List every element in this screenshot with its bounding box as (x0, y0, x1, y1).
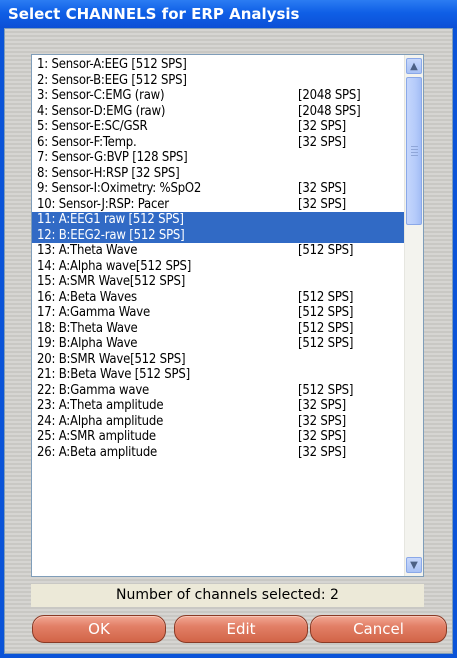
vertical-scrollbar[interactable]: ▲ ▼ (404, 55, 423, 576)
scroll-thumb[interactable] (406, 77, 422, 225)
channel-rate: [512 SPS] (298, 382, 354, 398)
channel-list-item[interactable]: 7: Sensor-G:BVP [128 SPS] (32, 150, 406, 166)
channel-list-item[interactable]: 3: Sensor-C:EMG (raw) [2048 SPS] (32, 88, 406, 104)
channel-name: 13: A:Theta Wave (37, 243, 138, 258)
channel-name: 25: A:SMR amplitude (37, 429, 156, 444)
channel-rate: [512 SPS] (298, 243, 354, 258)
channel-name: 24: A:Alpha amplitude (37, 413, 164, 429)
channel-list-item[interactable]: 12: B:EEG2-raw [512 SPS] (32, 227, 406, 243)
channel-list-item[interactable]: 1: Sensor-A:EEG [512 SPS] (32, 57, 406, 73)
channel-name: 18: B:Theta Wave (37, 320, 138, 336)
ok-button[interactable]: OK (32, 615, 166, 643)
channel-list-item[interactable]: 11: A:EEG1 raw [512 SPS] (32, 212, 406, 228)
thumb-grip-line (411, 155, 418, 156)
dialog-client-area: 1: Sensor-A:EEG [512 SPS] 2: Sensor-B:EEG… (4, 28, 453, 654)
cancel-button[interactable]: Cancel (310, 615, 447, 643)
thumb-grip-line (411, 149, 418, 150)
channel-list-item[interactable]: 18: B:Theta Wave [512 SPS] (32, 321, 406, 337)
channel-list-item[interactable]: 8: Sensor-H:RSP [32 SPS] (32, 166, 406, 182)
channel-name: 23: A:Theta amplitude (37, 398, 164, 413)
channel-name: 1: Sensor-A:EEG [512 SPS] (37, 57, 187, 72)
channel-rate: [2048 SPS] (298, 103, 361, 119)
channel-name: 22: B:Gamma wave (37, 382, 150, 398)
channel-list-item[interactable]: 23: A:Theta amplitude [32 SPS] (32, 398, 406, 414)
channel-list-item[interactable]: 17: A:Gamma Wave [512 SPS] (32, 305, 406, 321)
channel-rate: [512 SPS] (298, 336, 354, 351)
channel-name: 19: B:Alpha Wave (37, 336, 138, 351)
channel-name: 15: A:SMR Wave[512 SPS] (37, 274, 186, 289)
channel-rate: [32 SPS] (298, 119, 347, 134)
channel-rate: [512 SPS] (298, 305, 354, 320)
dialog-window: Select CHANNELS for ERP Analysis 1: Sens… (0, 0, 457, 658)
channel-name: 7: Sensor-G:BVP [128 SPS] (37, 150, 188, 165)
channel-name: 14: A:Alpha wave[512 SPS] (37, 258, 192, 274)
channel-list-item[interactable]: 19: B:Alpha Wave [512 SPS] (32, 336, 406, 352)
channel-list-item[interactable]: 21: B:Beta Wave [512 SPS] (32, 367, 406, 383)
channel-list-item[interactable]: 26: A:Beta amplitude [32 SPS] (32, 445, 406, 461)
channel-name: 8: Sensor-H:RSP [32 SPS] (37, 165, 180, 181)
channel-rate: [32 SPS] (298, 398, 347, 413)
channel-list-item[interactable]: 16: A:Beta Waves [512 SPS] (32, 290, 406, 306)
channel-list-item[interactable]: 10: Sensor-J:RSP: Pacer [32 SPS] (32, 197, 406, 213)
channel-name: 21: B:Beta Wave [512 SPS] (37, 367, 190, 382)
channel-name: 10: Sensor-J:RSP: Pacer (37, 196, 169, 212)
channel-list-item[interactable]: 20: B:SMR Wave[512 SPS] (32, 352, 406, 368)
channel-list-item[interactable]: 22: B:Gamma wave [512 SPS] (32, 383, 406, 399)
arrow-down-icon: ▼ (410, 560, 418, 571)
channel-name: 2: Sensor-B:EEG [512 SPS] (37, 72, 187, 88)
channel-name: 9: Sensor-I:Oximetry: %SpO2 (37, 181, 202, 196)
channel-name: 17: A:Gamma Wave (37, 305, 150, 320)
channel-list-item[interactable]: 5: Sensor-E:SC/GSR [32 SPS] (32, 119, 406, 135)
scroll-down-button[interactable]: ▼ (406, 557, 422, 573)
channel-rate: [32 SPS] (298, 413, 347, 429)
channel-rate: [32 SPS] (298, 429, 347, 444)
channel-name: 26: A:Beta amplitude (37, 444, 158, 460)
channel-name: 3: Sensor-C:EMG (raw) (37, 88, 165, 103)
channel-rate: [512 SPS] (298, 320, 354, 336)
channel-name: 6: Sensor-F:Temp. (37, 134, 137, 150)
scroll-up-button[interactable]: ▲ (406, 58, 422, 74)
channel-list-item[interactable]: 6: Sensor-F:Temp. [32 SPS] (32, 135, 406, 151)
edit-button[interactable]: Edit (174, 615, 308, 643)
channel-name: 16: A:Beta Waves (37, 289, 137, 305)
thumb-grip-line (411, 152, 418, 153)
channel-name: 4: Sensor-D:EMG (raw) (37, 103, 166, 119)
selection-count-status: Number of channels selected: 2 (31, 584, 424, 607)
channel-listbox[interactable]: 1: Sensor-A:EEG [512 SPS] 2: Sensor-B:EEG… (31, 54, 424, 577)
channel-rate: [32 SPS] (298, 181, 347, 196)
channel-list: 1: Sensor-A:EEG [512 SPS] 2: Sensor-B:EEG… (32, 57, 406, 460)
channel-list-item[interactable]: 24: A:Alpha amplitude [32 SPS] (32, 414, 406, 430)
channel-rate: [2048 SPS] (298, 88, 361, 103)
window-title: Select CHANNELS for ERP Analysis (0, 0, 457, 28)
channel-rate: [32 SPS] (298, 134, 347, 150)
channel-name: 12: B:EEG2-raw [512 SPS] (37, 227, 185, 243)
channel-list-item[interactable]: 15: A:SMR Wave[512 SPS] (32, 274, 406, 290)
channel-list-item[interactable]: 9: Sensor-I:Oximetry: %SpO2 [32 SPS] (32, 181, 406, 197)
arrow-up-icon: ▲ (410, 61, 418, 72)
channel-name: 20: B:SMR Wave[512 SPS] (37, 351, 186, 367)
channel-list-item[interactable]: 2: Sensor-B:EEG [512 SPS] (32, 73, 406, 89)
channel-rate: [32 SPS] (298, 196, 347, 212)
channel-list-item[interactable]: 4: Sensor-D:EMG (raw) [2048 SPS] (32, 104, 406, 120)
channel-list-item[interactable]: 13: A:Theta Wave [512 SPS] (32, 243, 406, 259)
channel-name: 5: Sensor-E:SC/GSR (37, 119, 148, 134)
channel-rate: [32 SPS] (298, 444, 347, 460)
channel-name: 11: A:EEG1 raw [512 SPS] (37, 212, 184, 227)
channel-rate: [512 SPS] (298, 289, 354, 305)
channel-list-item[interactable]: 25: A:SMR amplitude [32 SPS] (32, 429, 406, 445)
channel-list-item[interactable]: 14: A:Alpha wave[512 SPS] (32, 259, 406, 275)
thumb-grip-line (411, 146, 418, 147)
